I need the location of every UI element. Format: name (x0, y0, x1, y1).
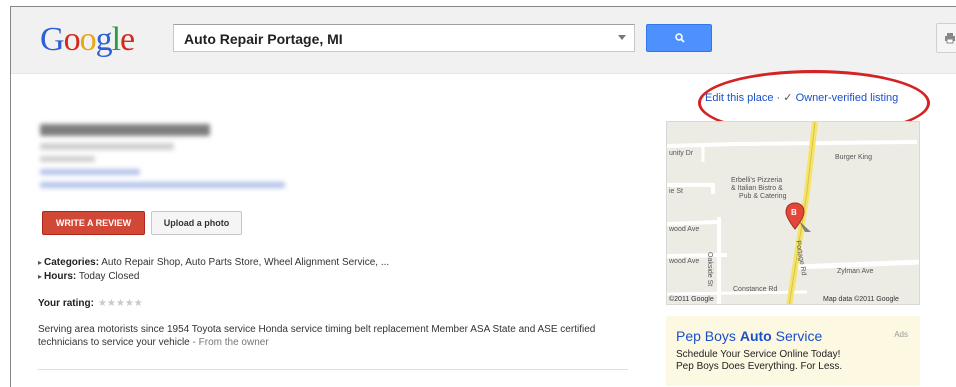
ad-title-link[interactable]: Pep Boys Auto Service (676, 328, 822, 344)
logo-letter: G (40, 21, 65, 58)
rating-stars-icon[interactable]: ★★★★★ (98, 298, 143, 309)
map-poi-label: Pub & Catering (739, 193, 787, 200)
from-owner-note: - From the owner (189, 337, 269, 348)
sponsored-ad: Pep Boys Auto Service Ads Schedule Your … (666, 316, 920, 386)
map-street-label: Oakside St (706, 252, 713, 287)
logo-letter: l (111, 21, 122, 58)
ads-label: Ads (894, 330, 908, 339)
logo-letter: g (95, 21, 113, 58)
map-street-label: unity Dr (669, 150, 694, 157)
description-text: Serving area motorists since 1954 Toyota… (38, 324, 596, 348)
logo-letter: o (63, 21, 81, 58)
search-button[interactable] (646, 24, 712, 52)
expand-triangle-icon[interactable]: ▸ (38, 258, 42, 267)
map-poi-label: & Italian Bistro & (731, 185, 783, 192)
upload-photo-button[interactable]: Upload a photo (151, 211, 242, 235)
print-icon (945, 33, 955, 44)
your-rating: Your rating: ★★★★★ (38, 298, 143, 309)
print-button[interactable] (936, 23, 956, 53)
browser-frame: Google Edit this place · ✓ Owner-verifie… (10, 6, 956, 387)
hours-row: ▸ Hours: Today Closed (38, 271, 139, 282)
map-thumbnail[interactable]: B unity Dr Burger King Erbelli's Pizzeri… (666, 121, 920, 305)
categories-label: Categories: (44, 257, 100, 268)
dropdown-caret-icon[interactable] (618, 35, 626, 40)
business-description: Serving area motorists since 1954 Toyota… (38, 323, 598, 349)
business-name-redacted (40, 124, 210, 136)
rating-label: Your rating: (38, 298, 94, 309)
search-input[interactable] (182, 26, 606, 52)
address-redacted (40, 143, 174, 150)
map-data-credit: Map data ©2011 Google (823, 296, 899, 303)
map-poi-label: Erbelli's Pizzeria (731, 177, 783, 184)
expand-triangle-icon[interactable]: ▸ (38, 272, 42, 281)
ad-line-2: Pep Boys Does Everything. For Less. (676, 361, 843, 372)
categories-row: ▸ Categories: Auto Repair Shop, Auto Part… (38, 257, 389, 268)
map-copyright: ©2011 Google (669, 296, 714, 303)
map-poi-label: Burger King (835, 154, 872, 161)
phone-redacted (40, 156, 95, 162)
google-logo[interactable]: Google (40, 21, 135, 59)
ad-line-1: Schedule Your Service Online Today! (676, 349, 841, 360)
write-review-button[interactable]: WRITE A REVIEW (42, 211, 145, 235)
map-marker-label: B (791, 208, 797, 217)
map-street-label: ie St (669, 188, 684, 195)
logo-letter: o (79, 21, 97, 58)
hours-label: Hours: (44, 271, 77, 282)
links-redacted (40, 182, 285, 188)
top-bar: Google (11, 7, 956, 74)
map-street-label: wood Ave (669, 258, 700, 265)
map-street-label: Constance Rd (733, 286, 778, 293)
hours-value: Today Closed (78, 271, 140, 282)
map-street-label: wood Ave (669, 226, 700, 233)
divider (38, 369, 628, 370)
map-street-label: Zylman Ave (837, 268, 874, 275)
website-redacted (40, 169, 140, 175)
search-icon (675, 33, 685, 43)
search-box (173, 24, 635, 52)
logo-letter: e (120, 21, 135, 58)
categories-value: Auto Repair Shop, Auto Parts Store, Whee… (101, 257, 390, 268)
